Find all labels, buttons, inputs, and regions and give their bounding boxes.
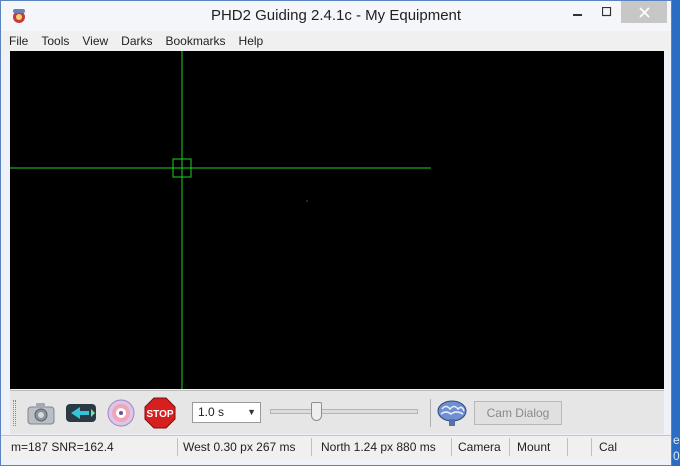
status-divider	[177, 438, 178, 456]
chevron-down-icon: ▼	[247, 407, 256, 417]
status-snr: m=187 SNR=162.4	[11, 440, 114, 454]
close-icon	[638, 6, 650, 18]
guide-button[interactable]	[104, 396, 138, 430]
menu-tools[interactable]: Tools	[41, 34, 69, 48]
brain-button[interactable]	[435, 396, 469, 430]
status-divider	[567, 438, 568, 456]
status-bar: m=187 SNR=162.4 West 0.30 px 267 ms Nort…	[1, 435, 671, 459]
loop-icon	[66, 404, 96, 422]
minimize-button[interactable]	[564, 1, 592, 23]
crosshair-overlay	[10, 51, 431, 389]
exposure-select[interactable]: 1.0 s ▼	[192, 402, 261, 423]
status-north: North 1.24 px 880 ms	[321, 440, 436, 454]
toolbar-grip[interactable]	[13, 400, 16, 426]
close-button[interactable]	[621, 1, 667, 23]
maximize-icon	[602, 7, 612, 17]
status-divider	[311, 438, 312, 456]
background-text-fragment: 0	[673, 449, 680, 463]
menu-view[interactable]: View	[82, 34, 108, 48]
toolbar-separator	[430, 399, 431, 427]
status-divider	[451, 438, 452, 456]
menu-darks[interactable]: Darks	[121, 34, 152, 48]
status-cal: Cal	[599, 440, 618, 454]
camera-button[interactable]	[24, 396, 58, 430]
camera-icon	[27, 403, 55, 425]
stop-icon: STOP	[144, 397, 176, 429]
maximize-button[interactable]	[593, 1, 621, 23]
stop-button[interactable]: STOP	[143, 396, 177, 430]
menu-bar: File Tools View Darks Bookmarks Help	[1, 31, 671, 51]
guide-icon	[107, 399, 135, 427]
app-window: PHD2 Guiding 2.4.1c - My Equipment File …	[0, 0, 672, 466]
minimize-icon	[573, 14, 582, 16]
guide-image-view[interactable]	[10, 51, 664, 389]
menu-bookmarks[interactable]: Bookmarks	[166, 34, 226, 48]
star-dot	[306, 200, 308, 202]
menu-help[interactable]: Help	[239, 34, 264, 48]
exposure-value: 1.0 s	[198, 405, 225, 419]
title-bar[interactable]: PHD2 Guiding 2.4.1c - My Equipment	[1, 1, 671, 31]
brain-icon	[437, 400, 467, 426]
guide-toolbar: STOP 1.0 s ▼ Cam Dialog	[10, 390, 664, 434]
status-camera: Camera	[458, 440, 501, 454]
gamma-slider-track[interactable]	[270, 409, 418, 414]
status-divider	[591, 438, 592, 456]
stop-label: STOP	[146, 409, 173, 420]
gamma-slider-thumb[interactable]	[311, 402, 323, 421]
status-mount: Mount	[517, 440, 551, 454]
loop-button[interactable]	[64, 396, 98, 430]
cam-dialog-button[interactable]: Cam Dialog	[474, 401, 562, 425]
background-text-fragment: e	[673, 433, 680, 447]
status-divider	[509, 438, 510, 456]
status-west: West 0.30 px 267 ms	[183, 440, 296, 454]
menu-file[interactable]: File	[9, 34, 28, 48]
